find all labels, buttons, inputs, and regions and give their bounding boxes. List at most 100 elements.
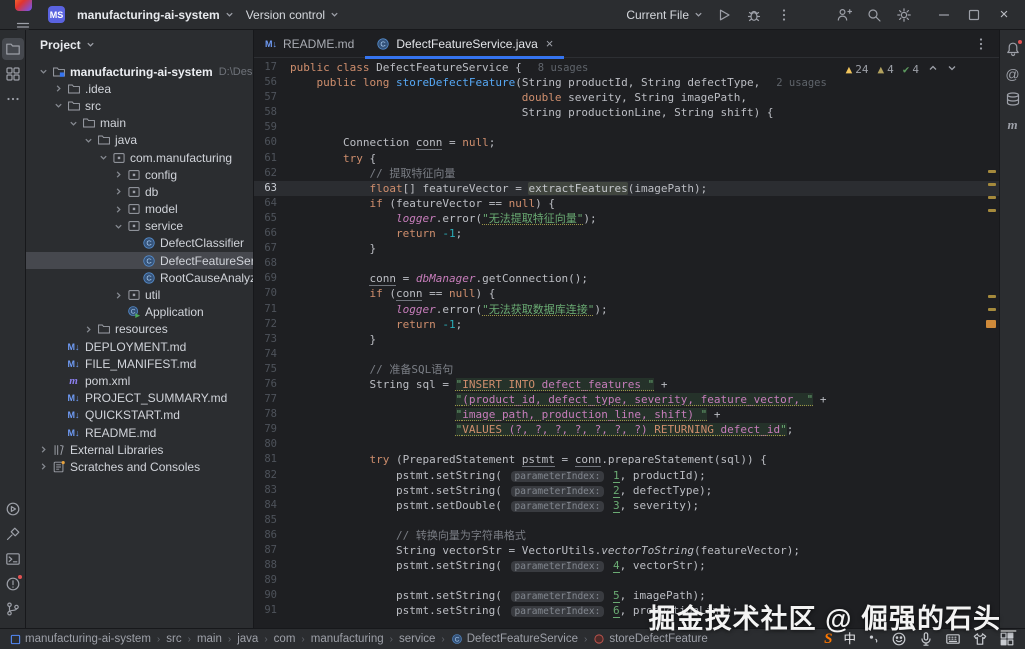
tab-readme-md[interactable]: M↓ README.md [254, 30, 365, 58]
code-line-82[interactable]: 82 pstmt.setString( parameterIndex: 1, p… [254, 468, 999, 483]
breadcrumb-com[interactable]: com [274, 633, 296, 645]
chevron-down-sm-icon[interactable] [69, 119, 78, 128]
error-stripe[interactable] [986, 58, 999, 628]
more-button[interactable] [2, 88, 24, 110]
chevron-right-sm-icon[interactable] [114, 291, 123, 300]
tree-item-resources[interactable]: resources [26, 321, 253, 338]
code-line-66[interactable]: 66 return -1; [254, 226, 999, 241]
line-number[interactable]: 57 [254, 90, 290, 105]
app-logo-button[interactable] [10, 0, 36, 15]
code-line-74[interactable]: 74 [254, 347, 999, 362]
tree-item-application[interactable]: C Application [26, 304, 253, 321]
line-number[interactable]: 63 [254, 181, 290, 196]
code-text[interactable]: "image_path, production_line, shift) " + [290, 407, 999, 422]
code-text[interactable]: double severity, String imagePath, [290, 90, 999, 105]
tree-item-main[interactable]: main [26, 115, 253, 132]
line-number[interactable]: 69 [254, 271, 290, 286]
window-maximize-button[interactable] [959, 2, 989, 28]
code-text[interactable]: logger.error("无法获取数据库连接"); [290, 302, 999, 317]
code-line-73[interactable]: 73 } [254, 332, 999, 347]
line-number[interactable]: 78 [254, 407, 290, 422]
tree-item-project-summary-md[interactable]: M↓ PROJECT_SUMMARY.md [26, 390, 253, 407]
chevron-right-sm-icon[interactable] [114, 187, 123, 196]
code-line-71[interactable]: 71 logger.error("无法获取数据库连接"); [254, 302, 999, 317]
code-line-78[interactable]: 78 "image_path, production_line, shift) … [254, 407, 999, 422]
line-number[interactable]: 80 [254, 437, 290, 452]
code-line-57[interactable]: 57 double severity, String imagePath, [254, 90, 999, 105]
code-line-81[interactable]: 81 try (PreparedStatement pstmt = conn.p… [254, 452, 999, 468]
code-line-58[interactable]: 58 String productionLine, String shift) … [254, 105, 999, 120]
chevron-right-sm-icon[interactable] [114, 170, 123, 179]
tree-item-java[interactable]: java [26, 132, 253, 149]
code-text[interactable]: } [290, 332, 999, 347]
tree-item-service[interactable]: service [26, 218, 253, 235]
tree-item-external-libraries[interactable]: External Libraries [26, 441, 253, 458]
code-line-56[interactable]: 56 public long storeDefectFeature(String… [254, 75, 999, 90]
breadcrumb-src[interactable]: src [166, 633, 181, 645]
tree-item-quickstart-md[interactable]: M↓ QUICKSTART.md [26, 407, 253, 424]
chevron-right-sm-icon[interactable] [39, 462, 48, 471]
code-line-70[interactable]: 70 if (conn == null) { [254, 286, 999, 302]
structure-button[interactable] [2, 63, 24, 85]
code-line-67[interactable]: 67 } [254, 241, 999, 256]
code-text[interactable] [290, 347, 999, 362]
tree-item-defectclassifier[interactable]: C DefectClassifier [26, 235, 253, 252]
line-number[interactable]: 76 [254, 377, 290, 392]
line-number[interactable]: 60 [254, 135, 290, 150]
code-text[interactable]: pstmt.setString( parameterIndex: 1, prod… [290, 468, 999, 483]
code-line-59[interactable]: 59 [254, 120, 999, 135]
code-text[interactable]: return -1; [290, 317, 999, 332]
chevron-right-sm-icon[interactable] [39, 445, 48, 454]
code-text[interactable]: } [290, 241, 999, 256]
code-text[interactable]: return -1; [290, 226, 999, 241]
line-number[interactable]: 85 [254, 513, 290, 528]
chevron-down-sm-icon[interactable] [54, 101, 63, 110]
chevron-down-sm-icon[interactable] [39, 67, 48, 76]
code-line-60[interactable]: 60 Connection conn = null; [254, 135, 999, 151]
ai-assistant-button[interactable]: @ [1002, 63, 1024, 85]
code-editor[interactable]: ▲ 24 ▲ 4 ✔ 4 17 public class DefectFeatureServ… [254, 58, 999, 628]
play-button[interactable] [711, 3, 737, 27]
line-number[interactable]: 73 [254, 332, 290, 347]
line-number[interactable]: 56 [254, 75, 290, 90]
line-number[interactable]: 87 [254, 543, 290, 558]
run-button[interactable] [2, 498, 24, 520]
tree-item-defectfeatureservice[interactable]: C DefectFeatureService [26, 252, 253, 270]
code-text[interactable]: Connection conn = null; [290, 135, 999, 151]
line-number[interactable]: 79 [254, 422, 290, 437]
code-text[interactable]: public long storeDefectFeature(String pr… [290, 75, 999, 90]
code-line-62[interactable]: 62 // 提取特征向量 [254, 166, 999, 181]
problems-button[interactable] [2, 573, 24, 595]
line-number[interactable]: 58 [254, 105, 290, 120]
vcs-selector[interactable]: Version control [246, 8, 339, 22]
terminal-button[interactable] [2, 548, 24, 570]
code-text[interactable]: try (PreparedStatement pstmt = conn.prep… [290, 452, 999, 468]
line-number[interactable]: 67 [254, 241, 290, 256]
code-text[interactable]: logger.error("无法提取特征向量"); [290, 211, 999, 226]
prev-problem-button[interactable] [928, 62, 938, 77]
line-number[interactable]: 75 [254, 362, 290, 377]
line-number[interactable]: 66 [254, 226, 290, 241]
run-configuration-selector[interactable]: Current File [626, 8, 703, 22]
code-line-76[interactable]: 76 String sql = "INSERT INTO defect_feat… [254, 377, 999, 392]
code-text[interactable]: pstmt.setDouble( parameterIndex: 3, seve… [290, 498, 999, 513]
line-number[interactable]: 86 [254, 528, 290, 543]
code-line-87[interactable]: 87 String vectorStr = VectorUtils.vector… [254, 543, 999, 558]
build-button[interactable] [2, 523, 24, 545]
breadcrumb-manufacturing[interactable]: manufacturing [311, 633, 384, 645]
code-line-88[interactable]: 88 pstmt.setString( parameterIndex: 4, v… [254, 558, 999, 574]
code-line-86[interactable]: 86 // 转换向量为字符串格式 [254, 528, 999, 543]
tree-item-config[interactable]: config [26, 166, 253, 183]
code-text[interactable] [290, 120, 999, 135]
line-number[interactable]: 81 [254, 452, 290, 467]
code-line-75[interactable]: 75 // 准备SQL语句 [254, 362, 999, 377]
tree-item-file-manifest-md[interactable]: M↓ FILE_MANIFEST.md [26, 355, 253, 372]
more-vertical-button[interactable] [771, 3, 797, 27]
code-text[interactable]: try { [290, 151, 999, 166]
chevron-right-sm-icon[interactable] [84, 325, 93, 334]
line-number[interactable]: 61 [254, 151, 290, 166]
line-number[interactable]: 70 [254, 286, 290, 301]
code-text[interactable]: // 提取特征向量 [290, 166, 999, 181]
code-text[interactable]: // 准备SQL语句 [290, 362, 999, 377]
code-text[interactable]: if (conn == null) { [290, 286, 999, 302]
